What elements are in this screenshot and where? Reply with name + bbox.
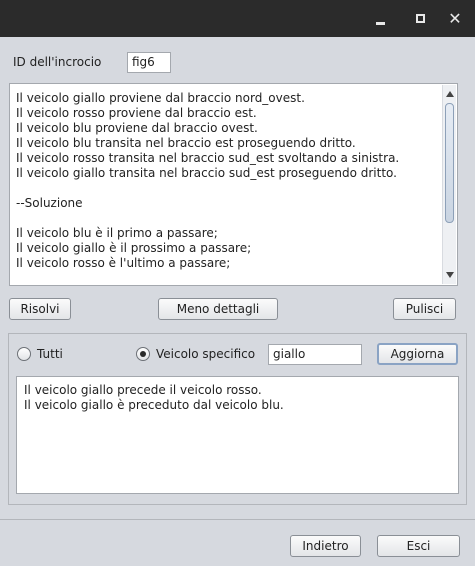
less-details-button[interactable]: Meno dettagli	[158, 298, 278, 320]
title-bar: ✕	[0, 0, 475, 37]
text-line: Il veicolo blu è il primo a passare;	[16, 226, 218, 240]
minimize-icon[interactable]	[373, 11, 389, 27]
text-line: Il veicolo giallo precede il veicolo ros…	[24, 383, 262, 397]
text-line	[16, 211, 439, 226]
maximize-icon[interactable]	[413, 11, 429, 27]
text-line: Il veicolo rosso è l'ultimo a passare;	[16, 256, 231, 270]
output-text-area[interactable]: Il veicolo giallo proviene dal braccio n…	[9, 83, 458, 286]
text-line: Il veicolo blu transita nel braccio est …	[16, 136, 356, 150]
text-line: Il veicolo giallo è il prossimo a passar…	[16, 241, 252, 255]
output-text: Il veicolo giallo proviene dal braccio n…	[16, 91, 439, 271]
back-button[interactable]: Indietro	[290, 535, 361, 557]
specific-vehicle-label[interactable]: Veicolo specifico	[156, 347, 255, 361]
specific-vehicle-radio[interactable]	[136, 347, 150, 361]
id-label: ID dell'incrocio	[13, 55, 102, 69]
text-line: Il veicolo rosso transita nel braccio su…	[16, 151, 400, 165]
text-line: --Soluzione	[16, 196, 83, 210]
result-text-area[interactable]: Il veicolo giallo precede il veicolo ros…	[16, 376, 459, 494]
output-scrollbar[interactable]	[442, 85, 456, 284]
all-radio[interactable]	[17, 347, 31, 361]
footer-separator	[0, 519, 475, 520]
solve-button[interactable]: Risolvi	[9, 298, 71, 320]
close-icon[interactable]: ✕	[447, 11, 463, 27]
all-radio-label[interactable]: Tutti	[37, 347, 63, 361]
update-button[interactable]: Aggiorna	[377, 343, 458, 365]
scroll-thumb[interactable]	[445, 103, 454, 223]
result-text: Il veicolo giallo precede il veicolo ros…	[24, 383, 452, 413]
id-input[interactable]: fig6	[127, 52, 171, 73]
vehicle-input[interactable]: giallo	[268, 344, 362, 365]
text-line: Il veicolo rosso proviene dal braccio es…	[16, 106, 257, 120]
scroll-up-icon[interactable]	[446, 91, 454, 97]
clear-button[interactable]: Pulisci	[393, 298, 456, 320]
text-line: Il veicolo giallo transita nel braccio s…	[16, 166, 397, 180]
text-line	[16, 181, 439, 196]
exit-button[interactable]: Esci	[377, 535, 460, 557]
text-line: Il veicolo giallo è preceduto dal veicol…	[24, 398, 284, 412]
text-line: Il veicolo giallo proviene dal braccio n…	[16, 91, 305, 105]
text-line: Il veicolo blu proviene dal braccio oves…	[16, 121, 258, 135]
scroll-down-icon[interactable]	[446, 272, 454, 278]
